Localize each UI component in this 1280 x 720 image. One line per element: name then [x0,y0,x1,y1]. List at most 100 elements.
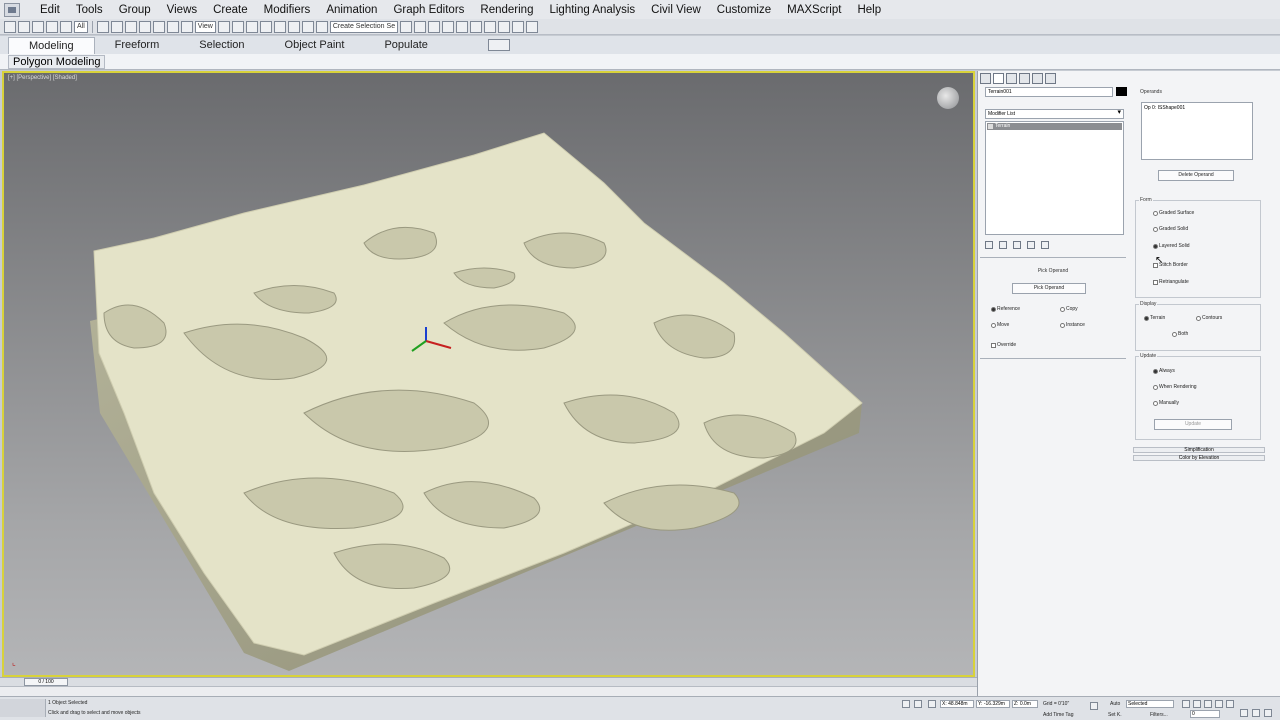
select-move-icon[interactable] [152,20,165,33]
color-by-elevation-rollout[interactable]: Color by Elevation [1133,455,1265,461]
menu-graph-editors[interactable]: Graph Editors [385,4,472,16]
menu-edit[interactable]: Edit [32,4,68,16]
maximize-viewport-icon[interactable] [1264,709,1272,717]
select-rotate-icon[interactable] [166,20,179,33]
selection-region-icon[interactable] [124,20,137,33]
set-key-button[interactable]: Set K. [1108,712,1122,718]
modifier-list-dropdown[interactable]: Modifier List [985,109,1124,119]
select-object-icon[interactable] [96,20,109,33]
tab-freeform[interactable]: Freeform [95,37,180,54]
spinner-snap-icon[interactable] [301,20,314,33]
terrain-mesh[interactable] [4,73,973,675]
current-frame-field[interactable]: 0 [1190,710,1220,718]
tab-populate[interactable]: Populate [364,37,447,54]
override-checkbox[interactable]: Override [991,342,1016,348]
simplification-rollout[interactable]: Simplification [1133,447,1265,453]
menu-help[interactable]: Help [849,4,889,16]
move-radio[interactable]: Move [991,322,1009,328]
angle-snap-icon[interactable] [273,20,286,33]
pin-stack-icon[interactable] [985,241,993,249]
tab-object-paint[interactable]: Object Paint [265,37,365,54]
graded-solid-radio[interactable]: Graded Solid [1153,226,1188,232]
always-radio[interactable]: Always [1153,368,1175,374]
pick-operand-rollout-title[interactable]: Pick Operand [980,268,1126,274]
absolute-mode-icon[interactable] [928,700,936,708]
selection-lock-icon[interactable] [914,700,922,708]
graphite-tools-icon[interactable] [442,20,455,33]
time-slider[interactable]: 0 / 100 [0,677,977,686]
layer-manager-icon[interactable] [428,20,441,33]
layered-solid-radio[interactable]: Layered Solid [1153,243,1190,249]
menu-group[interactable]: Group [111,4,159,16]
app-logo-icon[interactable] [4,2,20,17]
link-icon[interactable] [32,20,44,33]
object-color-swatch[interactable] [1116,87,1127,96]
delete-operand-button[interactable]: Delete Operand [1158,170,1234,181]
previous-frame-icon[interactable] [1193,700,1201,708]
operand-item[interactable]: Op 0: ISShape001 [1144,105,1250,111]
utilities-tab-icon[interactable] [1045,73,1056,84]
tab-selection[interactable]: Selection [179,37,264,54]
pivot-center-icon[interactable] [217,20,230,33]
schematic-view-icon[interactable] [470,20,483,33]
render-production-icon[interactable] [526,20,539,33]
pick-operand-button[interactable]: Pick Operand [1012,283,1086,294]
key-icon[interactable] [1090,702,1098,710]
display-tab-icon[interactable] [1032,73,1043,84]
z-coordinate-field[interactable]: Z: 0.0m [1012,700,1038,708]
show-end-result-icon[interactable] [999,241,1007,249]
both-radio[interactable]: Both [1172,331,1188,337]
operands-list[interactable]: Op 0: ISShape001 [1141,102,1253,160]
ribbon-options-icon[interactable] [487,39,510,51]
unlink-icon[interactable] [46,20,58,33]
select-scale-icon[interactable] [180,20,193,33]
polygon-modeling-panel[interactable]: Polygon Modeling [8,55,106,69]
perspective-viewport[interactable]: [+] [Perspective] [Shaded] ⌞ [2,71,975,677]
snaps-toggle-icon[interactable] [259,20,272,33]
menu-customize[interactable]: Customize [709,4,779,16]
retriangulate-checkbox[interactable]: Retriangulate [1153,279,1189,285]
menu-rendering[interactable]: Rendering [472,4,541,16]
remove-modifier-icon[interactable] [1027,241,1035,249]
motion-tab-icon[interactable] [1019,73,1030,84]
percent-snap-icon[interactable] [287,20,300,33]
next-frame-icon[interactable] [1215,700,1223,708]
contours-radio[interactable]: Contours [1196,315,1222,321]
render-setup-icon[interactable] [498,20,511,33]
terrain-radio[interactable]: Terrain [1144,315,1165,321]
align-icon[interactable] [414,20,427,33]
menu-civil-view[interactable]: Civil View [643,4,709,16]
auto-key-button[interactable]: Auto [1110,701,1120,707]
zoom-extents-icon[interactable] [1240,709,1248,717]
object-name-field[interactable]: Terrain001 [985,87,1113,97]
undo-icon[interactable] [4,20,16,33]
menu-modifiers[interactable]: Modifiers [256,4,319,16]
x-coordinate-field[interactable]: X: 48.848m [940,700,974,708]
create-tab-icon[interactable] [980,73,991,84]
menu-maxscript[interactable]: MAXScript [779,4,849,16]
menu-views[interactable]: Views [159,4,205,16]
modifier-stack[interactable]: Terrain [985,121,1124,235]
maxscript-listener[interactable] [0,699,46,717]
time-slider-knob[interactable]: 0 / 100 [24,678,68,686]
rendered-frame-icon[interactable] [512,20,525,33]
menu-animation[interactable]: Animation [318,4,385,16]
pan-view-icon[interactable] [1252,709,1260,717]
select-manipulate-icon[interactable] [231,20,244,33]
go-to-end-icon[interactable] [1226,700,1234,708]
mirror-icon[interactable] [400,20,413,33]
play-icon[interactable] [1204,700,1212,708]
keyboard-shortcut-icon[interactable] [245,20,258,33]
stack-item-terrain[interactable]: Terrain [987,123,1122,130]
tab-modeling[interactable]: Modeling [8,37,95,54]
edit-named-selection-icon[interactable] [315,20,328,33]
menu-create[interactable]: Create [205,4,256,16]
named-selection-dropdown[interactable]: Create Selection Se [329,20,399,33]
add-time-tag[interactable]: Add Time Tag [1043,712,1073,718]
copy-radio[interactable]: Copy [1060,306,1078,312]
window-crossing-icon[interactable] [138,20,151,33]
hierarchy-tab-icon[interactable] [1006,73,1017,84]
reference-coordinate-dropdown[interactable]: View [194,20,216,33]
menu-tools[interactable]: Tools [68,4,111,16]
selection-filter-dropdown[interactable]: All [74,20,88,33]
